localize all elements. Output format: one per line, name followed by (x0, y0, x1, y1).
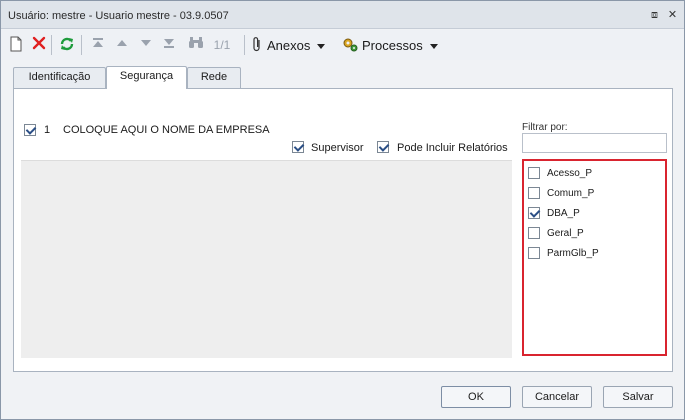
chevron-down-icon (317, 44, 326, 49)
tab-rede[interactable]: Rede (187, 67, 241, 88)
filter-checkbox[interactable] (528, 207, 540, 219)
new-document-icon[interactable] (7, 36, 25, 54)
filter-item-label: Geral_P (547, 228, 584, 239)
record-position-indicator: 1/1 (213, 38, 231, 52)
ok-button[interactable]: OK (441, 386, 511, 408)
toolbar: 1/1 Anexos Processos (1, 30, 684, 60)
refresh-icon[interactable] (58, 36, 76, 54)
filter-input[interactable] (522, 133, 667, 153)
supervisor-checkbox[interactable] (292, 141, 304, 153)
filter-checkbox[interactable] (528, 247, 540, 259)
filter-label: Filtrar por: (522, 122, 568, 133)
restore-window-icon[interactable]: ⧈ (648, 9, 661, 22)
next-record-icon[interactable] (137, 36, 155, 54)
company-checkbox[interactable] (24, 124, 36, 136)
company-name: COLOQUE AQUI O NOME DA EMPRESA (63, 124, 270, 136)
toolbar-separator (51, 35, 52, 55)
reports-checkbox[interactable] (377, 141, 389, 153)
save-button[interactable]: Salvar (603, 386, 673, 408)
delete-icon[interactable] (30, 36, 48, 54)
first-record-icon[interactable] (89, 36, 107, 54)
tab-seguranca[interactable]: Segurança (106, 66, 187, 89)
anexos-label: Anexos (267, 37, 311, 53)
user-dialog-window: Usuário: mestre - Usuario mestre - 03.9.… (0, 0, 685, 420)
binoculars-icon[interactable] (187, 36, 205, 54)
security-tab-panel: 1 COLOQUE AQUI O NOME DA EMPRESA Supervi… (13, 88, 673, 372)
toolbar-separator (81, 35, 82, 55)
tab-identificacao[interactable]: Identificação (13, 67, 106, 88)
cancel-button[interactable]: Cancelar (522, 386, 592, 408)
company-number: 1 (44, 124, 51, 136)
filter-checkbox[interactable] (528, 167, 540, 179)
window-title: Usuário: mestre - Usuario mestre - 03.9.… (8, 10, 229, 22)
reports-label: Pode Incluir Relatórios (397, 142, 508, 154)
paperclip-icon (251, 36, 263, 57)
close-window-icon[interactable]: ✕ (666, 9, 679, 22)
supervisor-label: Supervisor (311, 142, 364, 154)
filter-item-label: DBA_P (547, 208, 580, 219)
previous-record-icon[interactable] (113, 36, 131, 54)
last-record-icon[interactable] (160, 36, 178, 54)
filter-item-label: Comum_P (547, 188, 595, 199)
filter-checkbox[interactable] (528, 227, 540, 239)
filter-item-label: ParmGlb_P (547, 248, 599, 259)
title-bar: Usuário: mestre - Usuario mestre - 03.9.… (1, 1, 684, 29)
chevron-down-icon (429, 44, 438, 49)
anexos-dropdown-button[interactable]: Anexos (251, 36, 335, 54)
toolbar-separator (244, 35, 245, 55)
filter-item-label: Acesso_P (547, 168, 593, 179)
processos-label: Processos (362, 37, 423, 53)
filter-checkbox[interactable] (528, 187, 540, 199)
permissions-grid[interactable] (21, 160, 512, 358)
gears-icon (342, 36, 358, 57)
filter-list: Acesso_P Comum_P DBA_P Geral_P ParmGlb_P (522, 159, 667, 356)
processos-dropdown-button[interactable]: Processos (342, 36, 442, 54)
